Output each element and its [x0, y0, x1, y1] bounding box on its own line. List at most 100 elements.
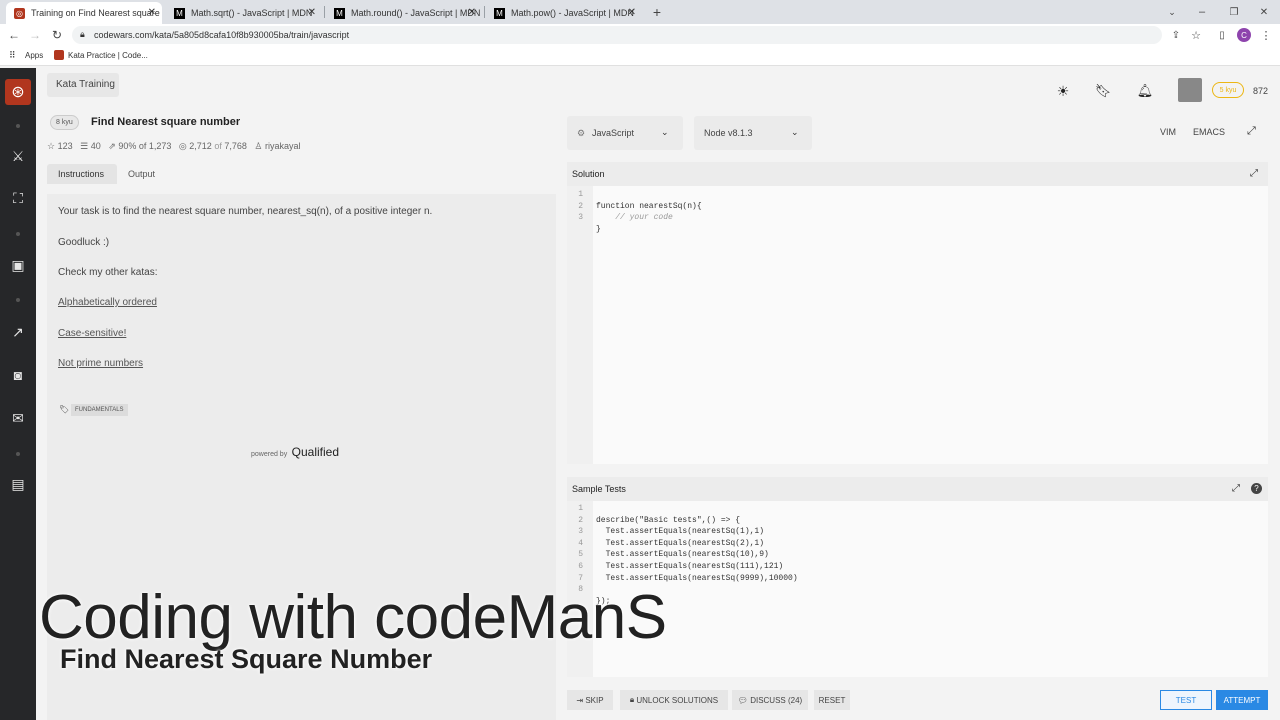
close-icon[interactable]: ✕ — [468, 7, 476, 18]
solution-editor[interactable]: Solution ⤢ 123 function nearestSq(n){ //… — [567, 162, 1268, 464]
discuss-button[interactable]: 💬︎ DISCUSS (24) — [732, 690, 808, 710]
kata-link[interactable]: Case-sensitive! — [58, 328, 126, 339]
vim-mode-button[interactable]: VIM — [1160, 127, 1176, 137]
bookmark-apps[interactable]: Apps — [25, 51, 43, 60]
tag-badge[interactable]: FUNDAMENTALS — [71, 404, 128, 416]
chevron-down-icon: ⌄ — [661, 127, 669, 137]
star-icon[interactable]: ☆ — [1188, 27, 1204, 43]
satisfaction-icon: ⇗ — [108, 141, 116, 151]
chevron-down-icon: ⌄ — [791, 127, 799, 137]
collections-count: 40 — [90, 141, 101, 151]
skip-button[interactable]: ⇥ SKIP — [567, 690, 613, 710]
apps-grid-icon[interactable]: ⠿ — [9, 50, 16, 61]
browser-tab-bar: ◎ Training on Find Nearest square ✕ M Ma… — [0, 0, 1280, 24]
menu-icon[interactable]: ⋮ — [1258, 27, 1274, 43]
powered-by[interactable]: powered by Qualified — [251, 443, 339, 461]
share-icon[interactable]: ⇪ — [1168, 27, 1184, 43]
collections-icon: ☰ — [80, 141, 89, 151]
address-bar-row: ← → ↻ 🔒︎ codewars.com/kata/5a805d8cafa10… — [0, 24, 1280, 46]
tests-editor[interactable]: Sample Tests ⤢ ? 12345678 describe("Basi… — [567, 477, 1268, 677]
attempt-button[interactable]: ATTEMPT — [1216, 690, 1268, 710]
kata-stats: ☆ 123 ☰ 40 ⇗ 90% of 1,273 ◎ 2,712 of 7,7… — [47, 141, 301, 151]
training-icon[interactable]: ⚔ — [8, 146, 28, 166]
language-select[interactable]: ⚙ JavaScript ⌄ — [567, 116, 683, 150]
runtime-value: Node v8.1.3 — [704, 128, 753, 138]
goodluck-text: Goodluck :) — [58, 237, 110, 248]
tab-title: Training on Find Nearest square — [31, 8, 160, 18]
javascript-icon: ⚙ — [577, 128, 586, 138]
expand-icon[interactable]: ⤢ — [1232, 483, 1240, 494]
emacs-mode-button[interactable]: EMACS — [1193, 127, 1225, 137]
watermark-title: Coding with codeManS — [39, 583, 667, 652]
tab-instructions[interactable]: Instructions — [58, 169, 104, 179]
reset-button[interactable]: RESET — [814, 690, 850, 710]
help-icon[interactable]: ? — [1251, 483, 1262, 494]
window-close-button[interactable]: ✕ — [1256, 4, 1272, 20]
fullscreen-icon[interactable]: ⤢ — [1247, 125, 1256, 138]
tab-mdn-round[interactable]: M Math.round() - JavaScript | MDN ✕ — [326, 2, 482, 24]
reload-icon[interactable]: ↻ — [49, 27, 65, 43]
runtime-select[interactable]: Node v8.1.3 ⌄ — [694, 116, 812, 150]
sidebar-toggle-icon[interactable]: ▯ — [1214, 27, 1230, 43]
breadcrumb[interactable]: Kata Training — [56, 79, 115, 90]
unlock-solutions-button[interactable]: 🔒︎ UNLOCK SOLUTIONS — [620, 690, 728, 710]
codewars-logo[interactable]: ⊛ — [5, 79, 31, 105]
chat-icon[interactable]: ✉ — [8, 408, 28, 428]
url-text: codewars.com/kata/5a805d8cafa10f8b930005… — [94, 30, 350, 40]
skip-icon: ⇥ — [576, 695, 586, 705]
expand-icon[interactable]: ⤢ — [1250, 168, 1258, 179]
new-tab-button[interactable]: + — [648, 4, 666, 20]
tab-search-icon[interactable]: ⌄ — [1164, 4, 1180, 20]
solution-code[interactable]: function nearestSq(n){ // your code } — [596, 189, 702, 235]
kata-link[interactable]: Alphabetically ordered — [58, 297, 157, 308]
stars-count: 123 — [57, 141, 73, 151]
mdn-favicon: M — [174, 7, 185, 19]
profile-avatar[interactable]: C — [1237, 28, 1251, 42]
editor-panel: ⚙ JavaScript ⌄ Node v8.1.3 ⌄ VIM EMACS ⤢… — [567, 68, 1280, 720]
close-icon[interactable]: ✕ — [308, 7, 316, 18]
codewars-favicon — [54, 50, 64, 60]
tab-codewars[interactable]: ◎ Training on Find Nearest square ✕ — [6, 2, 162, 24]
test-button[interactable]: TEST — [1160, 690, 1212, 710]
kata-title: Find Nearest square number — [91, 116, 241, 128]
close-icon[interactable]: ✕ — [628, 7, 636, 18]
kyu-badge: 8 kyu — [50, 115, 79, 130]
discord-icon[interactable]: ◙ — [8, 365, 28, 385]
tab-mdn-sqrt[interactable]: M Math.sqrt() - JavaScript | MDN ✕ — [166, 2, 322, 24]
other-katas-text: Check my other katas: — [58, 267, 158, 278]
lock-icon: 🔒︎ — [80, 29, 85, 39]
tab-mdn-pow[interactable]: M Math.pow() - JavaScript | MDN ✕ — [486, 2, 642, 24]
tab-title: Math.pow() - JavaScript | MDN — [511, 8, 634, 18]
docs-book-icon[interactable]: ▤ — [8, 474, 28, 494]
solution-label: Solution — [572, 169, 605, 179]
trending-icon[interactable]: ↗ — [8, 322, 28, 342]
back-arrow-icon[interactable]: ← — [6, 27, 22, 43]
tab-output[interactable]: Output — [128, 169, 155, 179]
line-numbers: 123 — [578, 190, 583, 223]
user-icon: ♙ — [254, 141, 263, 151]
completed-count: 2,712 — [189, 141, 212, 151]
chat-icon: 💬︎ — [737, 695, 751, 705]
practice-icon[interactable]: ⛶ — [8, 188, 28, 208]
author-link[interactable]: riyakayal — [265, 141, 301, 151]
url-field[interactable]: 🔒︎ codewars.com/kata/5a805d8cafa10f8b930… — [72, 26, 1162, 44]
kata-link[interactable]: Not prime numbers — [58, 358, 143, 369]
tests-label: Sample Tests — [572, 484, 626, 494]
minimize-button[interactable]: – — [1194, 4, 1210, 20]
maximize-button[interactable]: ❐ — [1226, 4, 1242, 20]
language-value: JavaScript — [592, 128, 635, 138]
satisfaction-rating: 90% of 1,273 — [118, 141, 172, 151]
tag-icon: 🏷︎ — [59, 405, 70, 414]
briefcase-icon[interactable]: ▣ — [8, 255, 28, 275]
bookmark-kata-practice[interactable]: Kata Practice | Code... — [68, 51, 148, 60]
mdn-favicon: M — [494, 7, 505, 19]
codewars-sidebar: ⊛ ⚔ ⛶ ▣ ↗ ◙ ✉ ▤ — [0, 68, 36, 720]
star-icon[interactable]: ☆ — [47, 141, 55, 151]
codewars-favicon: ◎ — [14, 7, 25, 19]
tab-title: Math.sqrt() - JavaScript | MDN — [191, 8, 313, 18]
forward-arrow-icon[interactable]: → — [27, 27, 43, 43]
qualified-logo: Qualified — [291, 445, 340, 459]
bookmarks-bar: ⠿ Apps Kata Practice | Code... — [0, 46, 1280, 66]
close-icon[interactable]: ✕ — [148, 7, 156, 18]
description-text: Your task is to find the nearest square … — [58, 206, 433, 217]
